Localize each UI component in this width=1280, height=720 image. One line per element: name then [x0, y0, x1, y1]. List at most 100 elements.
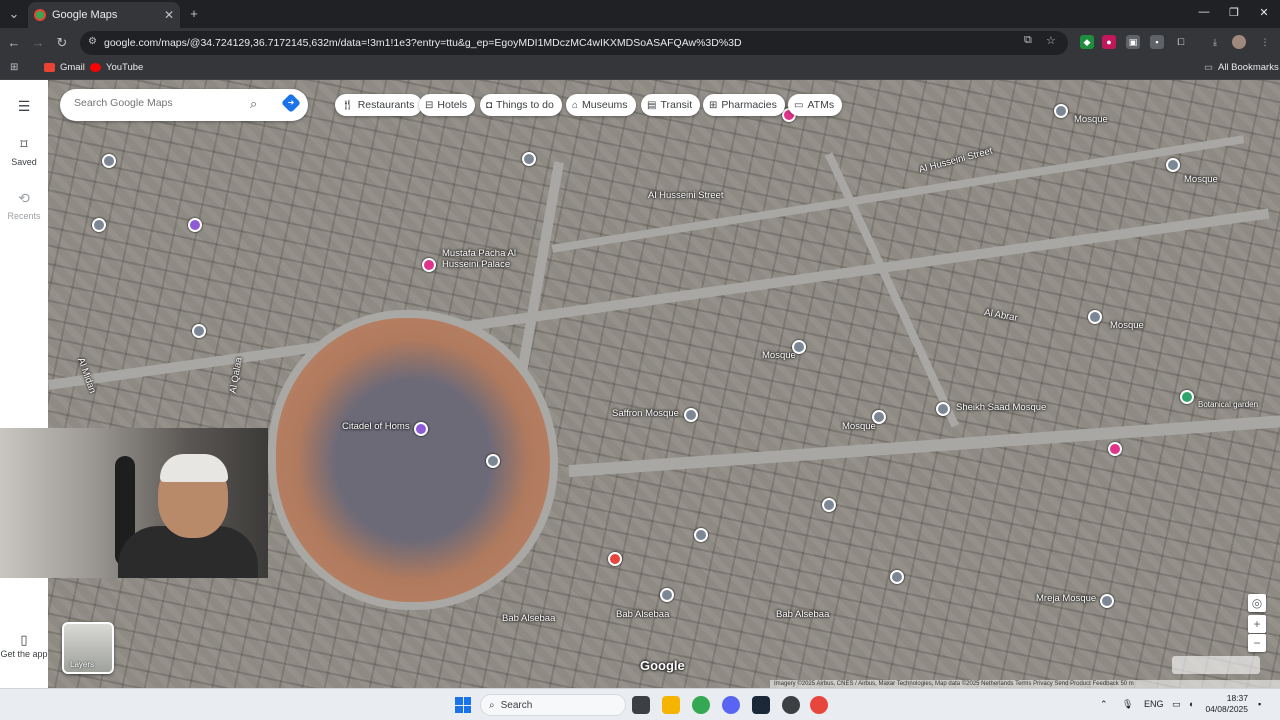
garden-pin-icon[interactable] — [1180, 390, 1194, 404]
bookmark-gmail[interactable]: Gmail — [44, 62, 85, 73]
menu-button[interactable]: ☰ — [0, 98, 48, 119]
extensions-puzzle-icon[interactable]: ⧠ — [1174, 35, 1188, 49]
file-explorer-icon[interactable] — [662, 696, 680, 714]
my-location-icon[interactable]: ◎ — [1248, 594, 1266, 612]
landmark-pin-icon[interactable] — [188, 218, 202, 232]
place-label[interactable]: Bab Alsebaa — [616, 609, 669, 620]
museum-pin-icon[interactable] — [422, 258, 436, 272]
place-pin-icon[interactable] — [486, 454, 500, 468]
extension-s-icon[interactable]: ▪ — [1150, 35, 1164, 49]
chip-things-to-do[interactable]: ◘ Things to do — [480, 94, 562, 116]
volume-icon[interactable]: ◖ — [1188, 699, 1193, 709]
record-app-icon[interactable] — [810, 696, 828, 714]
mosque-pin-icon[interactable] — [1088, 310, 1102, 324]
install-app-icon[interactable]: ⧉ — [1024, 34, 1032, 47]
place-pin-icon[interactable] — [694, 528, 708, 542]
chip-restaurants[interactable]: 🍴︎ Restaurants — [335, 94, 423, 116]
microphone-icon[interactable]: 🎙︎ — [1122, 699, 1133, 710]
place-label[interactable]: Botanical garden — [1198, 400, 1258, 409]
mosque-pin-icon[interactable] — [890, 570, 904, 584]
new-tab-button[interactable]: + — [186, 6, 202, 21]
windows-start-icon[interactable] — [455, 697, 471, 713]
all-bookmarks-button[interactable]: ▭ All Bookmarks — [1204, 62, 1279, 73]
tab-search-icon[interactable]: ⌄ — [6, 6, 22, 22]
mosque-pin-icon[interactable] — [192, 324, 206, 338]
site-info-icon[interactable]: ⚙ — [88, 36, 97, 47]
mosque-pin-icon[interactable] — [1166, 158, 1180, 172]
chrome-icon[interactable] — [692, 696, 710, 714]
forward-icon[interactable]: → — [30, 35, 46, 50]
bookmark-youtube[interactable]: YouTube — [90, 62, 143, 73]
directions-icon[interactable]: ➜ — [281, 93, 301, 113]
back-icon[interactable]: ← — [6, 35, 22, 50]
zoom-out-button[interactable]: − — [1248, 634, 1266, 652]
mosque-pin-icon[interactable] — [792, 340, 806, 354]
chip-atms[interactable]: ▭ ATMs — [788, 94, 843, 116]
task-view-icon[interactable] — [632, 696, 650, 714]
profile-avatar[interactable] — [1232, 35, 1246, 49]
reload-icon[interactable]: ↻ — [54, 35, 70, 51]
taskbar-clock[interactable]: 18:37 04/08/2025 — [1204, 693, 1248, 715]
extension-pink-icon[interactable]: ● — [1102, 35, 1116, 49]
place-label[interactable]: Sheikh Saad Mosque — [956, 402, 1046, 413]
citadel-pin-icon[interactable] — [414, 422, 428, 436]
extension-shield-icon[interactable]: ◆ — [1080, 35, 1094, 49]
steam-icon[interactable] — [752, 696, 770, 714]
mosque-pin-icon[interactable] — [660, 588, 674, 602]
hospital-pin-icon[interactable] — [608, 552, 622, 566]
place-label[interactable]: Mosque — [1110, 320, 1144, 331]
place-label-citadel[interactable]: Citadel of Homs — [342, 421, 410, 432]
mosque-pin-icon[interactable] — [522, 152, 536, 166]
layers-button[interactable]: Layers — [62, 622, 114, 674]
mosque-pin-icon[interactable] — [872, 410, 886, 424]
place-label[interactable]: Mreja Mosque — [1036, 593, 1096, 604]
discord-icon[interactable] — [722, 696, 740, 714]
place-label[interactable]: Mosque — [842, 421, 876, 432]
zoom-in-button[interactable]: + — [1248, 615, 1266, 633]
restore-icon[interactable]: ❐ — [1224, 6, 1244, 19]
place-label[interactable]: Mustafa Pacha Al Husseini Palace — [442, 248, 532, 270]
search-icon[interactable]: ⌕ — [250, 96, 257, 112]
search-input[interactable] — [74, 97, 244, 109]
chip-hotels[interactable]: ⊟ Hotels — [419, 94, 476, 116]
notifications-icon[interactable]: ▪ — [1258, 699, 1261, 709]
mosque-pin-icon[interactable] — [936, 402, 950, 416]
menu-kebab-icon[interactable]: ⋮ — [1258, 35, 1272, 49]
shop-pin-icon[interactable] — [1108, 442, 1122, 456]
tab-google-maps[interactable]: Google Maps ✕ — [28, 2, 180, 28]
saved-button[interactable]: ⌑ Saved — [0, 136, 48, 167]
extension-grid-icon[interactable]: ▣ — [1126, 35, 1140, 49]
tray-chevron-icon[interactable]: ⌃ — [1100, 699, 1108, 710]
network-icon[interactable]: ▭ — [1172, 699, 1181, 710]
place-label[interactable]: Bab Alsebaa — [502, 613, 555, 624]
place-label[interactable]: Mosque — [1074, 114, 1108, 125]
left-rail: ☰ ⌑ Saved ⟲ Recents — [0, 80, 48, 688]
place-label[interactable]: Mosque — [762, 350, 796, 361]
street-view-strip[interactable] — [1172, 656, 1260, 674]
obs-icon[interactable] — [782, 696, 800, 714]
chip-transit[interactable]: ▤ Transit — [641, 94, 701, 116]
close-window-icon[interactable]: ✕ — [1254, 6, 1274, 19]
minimize-icon[interactable]: — — [1194, 6, 1214, 18]
apps-grid-icon[interactable]: ⊞ — [10, 62, 18, 73]
download-icon[interactable]: ⤓ — [1208, 35, 1222, 49]
place-label[interactable]: Bab Alsebaa — [776, 609, 829, 620]
bookmark-star-icon[interactable]: ☆ — [1046, 34, 1056, 47]
place-pin-icon[interactable] — [92, 218, 106, 232]
close-tab-icon[interactable]: ✕ — [162, 8, 176, 22]
language-indicator[interactable]: ENG — [1144, 699, 1164, 709]
mosque-pin-icon[interactable] — [1100, 594, 1114, 608]
mosque-pin-icon[interactable] — [1054, 104, 1068, 118]
chip-museums[interactable]: ⌂ Museums — [566, 94, 636, 116]
address-bar[interactable]: ⚙ google.com/maps/@34.724129,36.7172145,… — [80, 31, 1068, 55]
chip-pharmacies[interactable]: ⊞ Pharmacies — [703, 94, 785, 116]
taskbar-search[interactable]: ⌕ Search — [480, 694, 626, 716]
place-label[interactable]: Mosque — [1184, 174, 1218, 185]
recents-button[interactable]: ⟲ Recents — [0, 190, 48, 221]
place-label[interactable]: Saffron Mosque — [612, 408, 679, 419]
get-app-button[interactable]: ▯ Get the app — [0, 633, 48, 660]
mosque-pin-icon[interactable] — [102, 154, 116, 168]
place-pin-icon[interactable] — [822, 498, 836, 512]
mosque-pin-icon[interactable] — [684, 408, 698, 422]
satellite-map[interactable]: Al Husseini Street Al Husseini Street Mu… — [48, 80, 1280, 688]
